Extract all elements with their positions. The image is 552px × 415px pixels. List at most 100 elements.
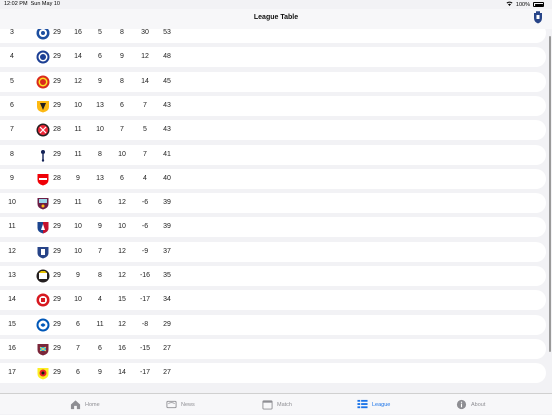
cell-played: 29 xyxy=(53,199,61,207)
tab-league[interactable]: League xyxy=(357,394,390,415)
cell-won: 9 xyxy=(76,174,80,182)
tab-label: News xyxy=(181,401,195,408)
table-row[interactable]: 17 29 6 9 14 -17 27 xyxy=(0,363,546,384)
cell-pts: 48 xyxy=(163,53,171,61)
cell-pts: 45 xyxy=(163,77,171,85)
cell-won: 6 xyxy=(76,369,80,377)
table-row[interactable]: 13 29 9 8 12 -16 35 xyxy=(0,266,546,286)
cell-gd: -6 xyxy=(141,199,149,207)
cell-pts: 39 xyxy=(163,223,171,231)
cell-pts: 27 xyxy=(163,344,171,352)
table-row[interactable]: 9 28 9 13 6 4 40 xyxy=(0,168,546,189)
cell-pts: 35 xyxy=(163,272,171,279)
tab-about[interactable]: About xyxy=(456,394,485,415)
league-table-list[interactable]: 3 29 16 5 8 30 53 4 29 14 6 9 12 48 5 29 12 9 8 14 45 6 29 10 13… xyxy=(0,29,548,388)
cell-won: 11 xyxy=(74,126,82,134)
battery-icon xyxy=(533,2,544,7)
cell-drawn: 11 xyxy=(96,320,104,328)
cell-drawn: 10 xyxy=(96,126,104,134)
tab-home[interactable]: Home xyxy=(70,394,100,415)
cell-pos: 5 xyxy=(10,77,14,85)
cell-pts: 40 xyxy=(163,174,171,182)
table-row[interactable]: 15 29 6 11 12 -8 29 xyxy=(0,314,546,335)
table-row[interactable]: 11 29 10 9 10 -6 39 xyxy=(0,217,546,238)
cell-played: 28 xyxy=(53,126,61,134)
cell-played: 29 xyxy=(53,369,61,377)
tab-match[interactable]: Match xyxy=(262,394,292,415)
cell-gd: 12 xyxy=(141,53,149,61)
table-row[interactable]: 6 29 10 13 6 7 43 xyxy=(0,95,546,116)
cell-drawn: 13 xyxy=(96,174,104,182)
cell-won: 14 xyxy=(74,53,82,61)
tab-news[interactable]: News xyxy=(166,394,195,415)
cell-lost: 7 xyxy=(120,126,124,134)
cell-played: 28 xyxy=(53,174,61,182)
table-row[interactable]: 7 28 11 10 7 5 43 xyxy=(0,120,546,141)
cell-lost: 12 xyxy=(118,247,126,255)
cell-drawn: 8 xyxy=(98,150,102,158)
scrollbar[interactable] xyxy=(549,36,551,352)
cell-drawn: 7 xyxy=(98,247,102,255)
cell-gd: 14 xyxy=(141,77,149,85)
cell-pos: 10 xyxy=(8,199,16,207)
tab-label: About xyxy=(471,401,486,408)
table-row[interactable]: 12 29 10 7 12 -9 37 xyxy=(0,241,546,262)
cell-played: 29 xyxy=(53,77,61,85)
cell-pos: 9 xyxy=(10,174,14,182)
cell-gd: 7 xyxy=(143,150,147,158)
tab-label: Match xyxy=(277,401,292,408)
table-row[interactable]: 5 29 12 9 8 14 45 xyxy=(0,71,546,92)
table-row[interactable]: 10 29 11 6 12 -6 39 xyxy=(0,193,546,214)
cell-played: 29 xyxy=(53,272,61,279)
table-row[interactable]: 3 29 16 5 8 30 53 xyxy=(0,29,546,43)
cell-played: 29 xyxy=(53,223,61,231)
table-icon xyxy=(357,399,368,409)
cell-pos: 6 xyxy=(10,101,14,109)
cell-won: 6 xyxy=(76,320,80,328)
cell-pos: 8 xyxy=(10,150,14,158)
cell-won: 11 xyxy=(74,150,82,158)
cell-drawn: 6 xyxy=(98,199,102,207)
cell-gd: -17 xyxy=(139,296,151,304)
news-icon xyxy=(166,400,177,409)
cell-won: 10 xyxy=(74,247,82,255)
cell-won: 10 xyxy=(74,101,82,109)
cell-won: 7 xyxy=(76,344,80,352)
cell-drawn: 4 xyxy=(98,296,102,304)
cell-pos: 7 xyxy=(10,126,14,134)
cell-pos: 11 xyxy=(8,223,16,231)
cell-won: 10 xyxy=(74,296,82,304)
cell-lost: 8 xyxy=(120,29,124,36)
table-row[interactable]: 14 29 10 4 15 -17 34 xyxy=(0,290,546,311)
cell-lost: 12 xyxy=(118,199,126,207)
table-row[interactable]: 16 29 7 6 16 -15 27 xyxy=(0,338,546,359)
tab-label: Home xyxy=(85,401,100,408)
cell-gd: -8 xyxy=(141,320,149,328)
cell-lost: 12 xyxy=(118,272,126,279)
table-row[interactable]: 4 29 14 6 9 12 48 xyxy=(0,47,546,68)
status-bar: 12:02 PM Sun May 10 100% xyxy=(0,0,552,9)
cell-lost: 10 xyxy=(118,223,126,231)
status-right: 100% xyxy=(506,1,544,8)
wifi-icon xyxy=(506,1,513,8)
cell-lost: 8 xyxy=(120,77,124,85)
tab-label: League xyxy=(372,401,391,408)
everton-crest-icon[interactable] xyxy=(533,11,543,24)
cell-played: 29 xyxy=(53,247,61,255)
cell-gd: 4 xyxy=(143,174,147,182)
table-row[interactable]: 8 29 11 8 10 7 41 xyxy=(0,144,546,165)
cell-lost: 6 xyxy=(120,174,124,182)
cell-won: 9 xyxy=(76,272,80,279)
cell-played: 29 xyxy=(53,101,61,109)
cell-drawn: 6 xyxy=(98,53,102,61)
page-title: League Table xyxy=(253,14,299,21)
cell-drawn: 9 xyxy=(98,369,102,377)
cell-drawn: 13 xyxy=(96,101,104,109)
cell-pos: 14 xyxy=(8,296,16,304)
cell-pts: 53 xyxy=(163,29,171,36)
cell-pos: 16 xyxy=(8,344,16,352)
cell-pos: 17 xyxy=(8,369,16,377)
cell-lost: 12 xyxy=(118,320,126,328)
info-icon xyxy=(456,399,467,410)
cell-played: 29 xyxy=(53,53,61,61)
